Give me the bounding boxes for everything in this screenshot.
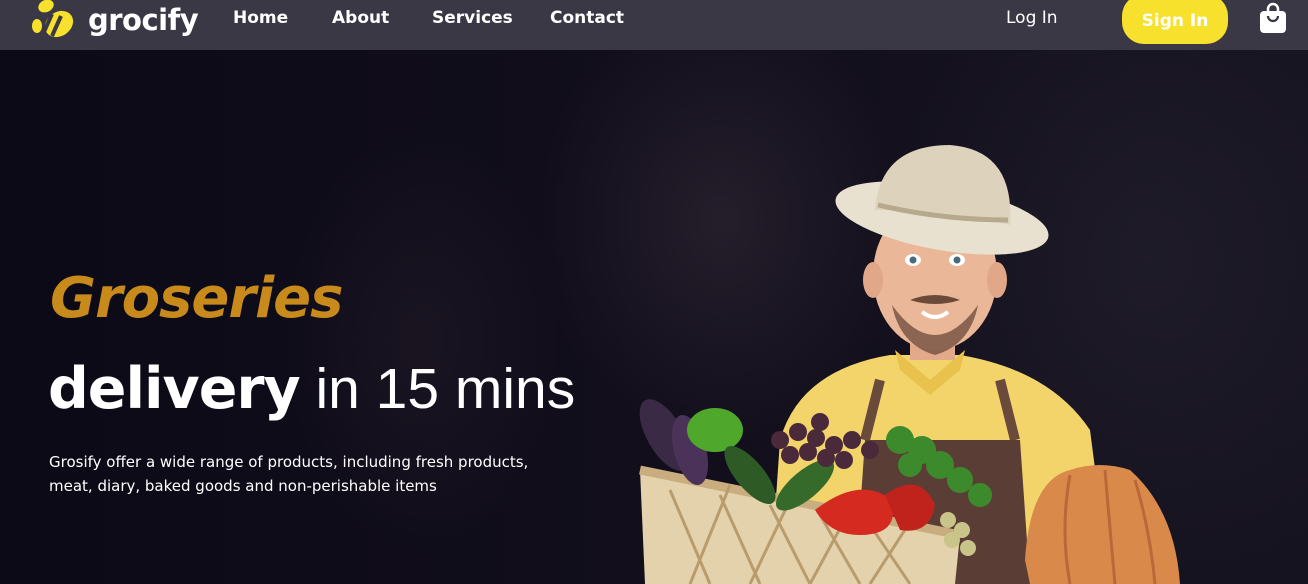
shopping-bag-icon[interactable] bbox=[1258, 2, 1288, 34]
hero-title: Groseries bbox=[50, 266, 343, 331]
brand-name: grocify bbox=[88, 3, 199, 37]
farmer-with-basket-image bbox=[639, 145, 1180, 584]
nav-home-link[interactable]: Home bbox=[233, 8, 288, 28]
signin-button[interactable]: Sign In bbox=[1122, 0, 1228, 44]
nav-contact-link[interactable]: Contact bbox=[550, 8, 624, 28]
hero-subtitle-light: in 15 mins bbox=[299, 357, 576, 421]
hero-subtitle: delivery in 15 mins bbox=[48, 356, 575, 422]
hero-description: Grosify offer a wide range of products, … bbox=[49, 453, 529, 495]
nav-about-link[interactable]: About bbox=[332, 8, 389, 28]
nav-services-link[interactable]: Services bbox=[432, 8, 513, 28]
brand-logo[interactable]: grocify bbox=[32, 0, 199, 40]
bee-logo-icon bbox=[32, 0, 74, 38]
navbar: grocify Home About Services Contact Log … bbox=[0, 0, 1308, 50]
login-link[interactable]: Log In bbox=[1006, 8, 1058, 28]
hero-subtitle-bold: delivery bbox=[48, 356, 301, 422]
